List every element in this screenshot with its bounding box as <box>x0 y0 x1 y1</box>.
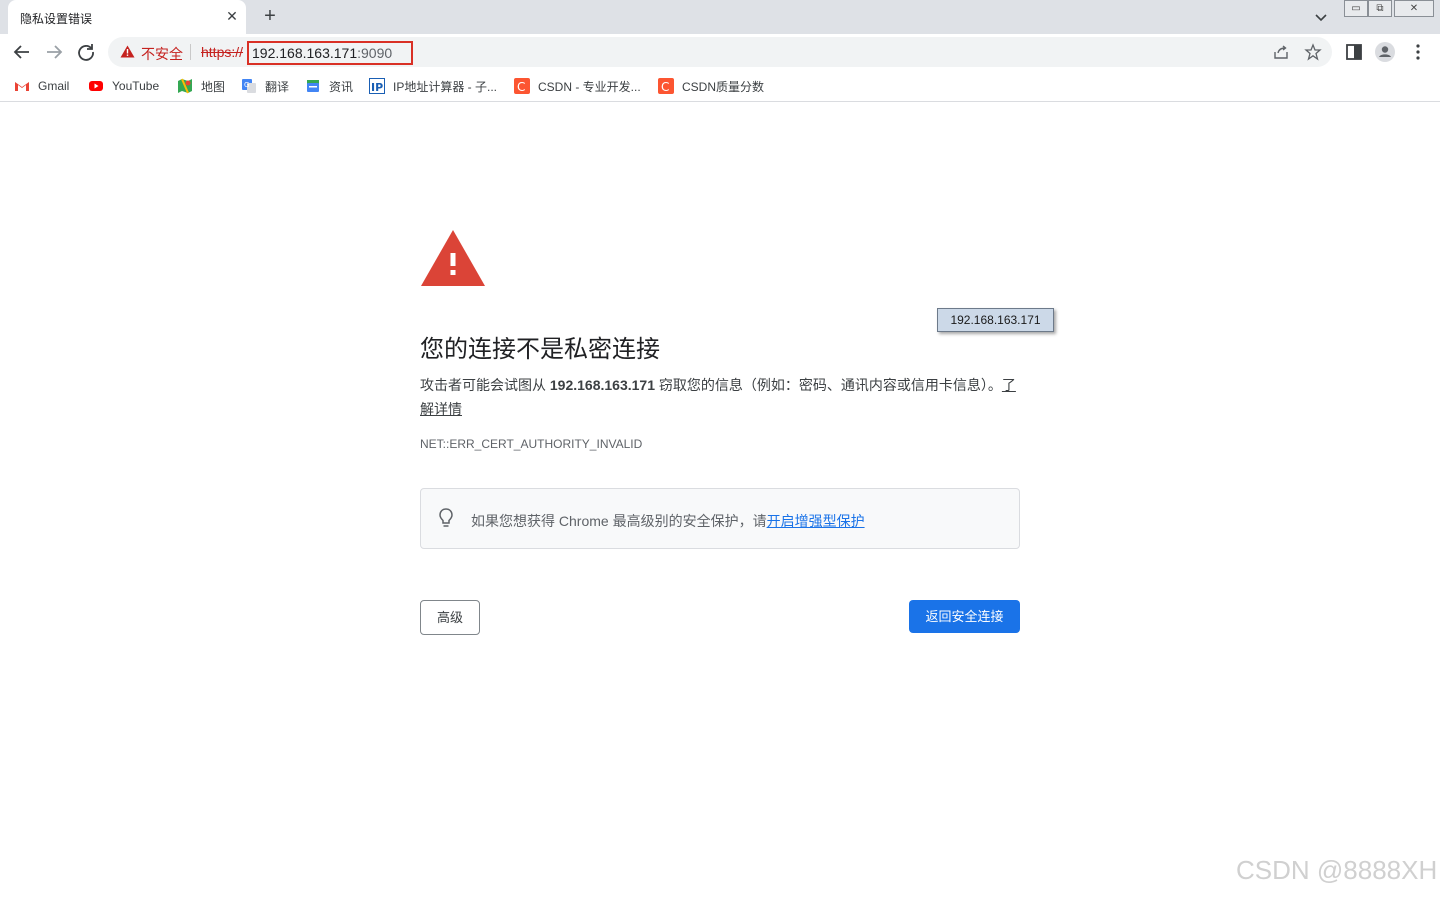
desc-text-tail: 窃取您的信息（例如：密码、通讯内容或信用卡信息）。 <box>655 377 1002 393</box>
url-host-text: 192.168.163.171 <box>252 45 358 61</box>
desc-host: 192.168.163.171 <box>549 377 655 393</box>
warning-icon[interactable] <box>120 45 135 58</box>
forward-button[interactable] <box>40 38 68 66</box>
csdn-icon: C <box>514 78 530 94</box>
restore-button[interactable]: ⧉ <box>1368 0 1392 17</box>
error-code: NET::ERR_CERT_AUTHORITY_INVALID <box>420 437 643 451</box>
menu-dots-icon[interactable] <box>1407 41 1429 63</box>
lightbulb-icon <box>439 508 453 527</box>
reload-button[interactable] <box>72 38 100 66</box>
bookmarks-bar: Gmail YouTube 地图 G 翻译 资讯 IP IP地址计算器 - 子.… <box>0 70 1440 102</box>
profile-avatar-icon[interactable] <box>1374 41 1396 63</box>
promo-text: 如果您想获得 Chrome 最高级别的安全保护，请开启增强型保护 <box>471 511 865 531</box>
bookmark-label: CSDN - 专业开发... <box>538 79 641 94</box>
security-label[interactable]: 不安全 <box>141 44 183 64</box>
url-port: :9090 <box>357 45 393 61</box>
translate-icon: G <box>242 79 256 93</box>
bookmark-label: 地图 <box>201 79 226 94</box>
minimize-button[interactable]: ▭ <box>1344 0 1368 17</box>
svg-text:IP: IP <box>371 81 383 94</box>
bookmark-label: 翻译 <box>265 79 290 94</box>
warning-triangle-icon <box>421 230 485 286</box>
bookmark-translate[interactable]: G 翻译 <box>241 76 289 96</box>
back-button[interactable] <box>8 38 36 66</box>
page-description: 攻击者可能会试图从 192.168.163.171 窃取您的信息（例如：密码、通… <box>420 373 1020 421</box>
bookmark-label: YouTube <box>112 79 160 93</box>
chevron-down-icon[interactable] <box>1310 6 1332 28</box>
bookmark-label: 资讯 <box>329 79 354 94</box>
new-tab-button[interactable]: + <box>258 5 282 29</box>
desc-text: 攻击者可能会试图从 <box>420 377 550 393</box>
bookmark-gmail[interactable]: Gmail <box>14 76 69 96</box>
watermark: CSDN @8888XH <box>1236 855 1438 885</box>
star-icon[interactable] <box>1304 43 1322 61</box>
tab-close-icon[interactable]: ✕ <box>223 7 241 25</box>
svg-text:G: G <box>244 81 249 89</box>
interstitial-page: 您的连接不是私密连接 攻击者可能会试图从 192.168.163.171 窃取您… <box>0 103 1440 898</box>
host-tooltip: 192.168.163.171 <box>937 308 1054 332</box>
ip-icon: IP <box>369 78 385 94</box>
bookmark-youtube[interactable]: YouTube <box>88 76 159 96</box>
svg-text:C: C <box>517 80 525 94</box>
csdn-icon: C <box>658 78 674 94</box>
url-host-highlight: 192.168.163.171:9090 <box>247 41 413 65</box>
tab-title: 隐私设置错误 <box>20 12 93 26</box>
tab-active[interactable]: 隐私设置错误 ✕ <box>8 0 246 34</box>
bookmark-label: CSDN质量分数 <box>682 79 765 94</box>
divider <box>190 44 191 60</box>
gmail-icon <box>15 82 29 91</box>
share-icon[interactable] <box>1272 43 1290 61</box>
url-scheme: https:// <box>201 44 244 60</box>
bookmark-ip-calculator[interactable]: IP IP地址计算器 - 子... <box>369 76 497 96</box>
back-to-safety-button[interactable]: 返回安全连接 <box>909 600 1020 633</box>
svg-text:C: C <box>661 80 669 94</box>
reload-icon <box>78 44 94 61</box>
bookmark-label: Gmail <box>38 79 70 93</box>
news-icon <box>307 80 319 92</box>
maps-icon <box>178 78 192 94</box>
enhanced-protection-promo: 如果您想获得 Chrome 最高级别的安全保护，请开启增强型保护 <box>420 488 1020 549</box>
bookmark-csdn[interactable]: C CSDN - 专业开发... <box>514 76 641 96</box>
bookmark-news[interactable]: 资讯 <box>305 76 353 96</box>
youtube-icon <box>89 81 103 91</box>
bookmark-label: IP地址计算器 - 子... <box>393 79 498 94</box>
toolbar: 不安全 https:// 192.168.163.171:9090 <box>0 34 1440 70</box>
tab-strip: 隐私设置错误 ✕ + ▭ ⧉ ✕ <box>0 0 1440 34</box>
arrow-right-icon <box>47 45 63 59</box>
advanced-button[interactable]: 高级 <box>420 600 480 635</box>
url-host: 192.168.163.171:9090 <box>252 45 392 61</box>
promo-text-body: 如果您想获得 Chrome 最高级别的安全保护，请 <box>471 513 767 529</box>
enhanced-protection-link[interactable]: 开启增强型保护 <box>767 513 865 529</box>
page-title: 您的连接不是私密连接 <box>420 336 660 363</box>
bookmark-maps[interactable]: 地图 <box>177 76 225 96</box>
side-panel-icon[interactable] <box>1343 41 1365 63</box>
address-bar[interactable]: 不安全 https:// 192.168.163.171:9090 <box>108 37 1332 67</box>
arrow-left-icon <box>13 45 29 59</box>
bookmark-csdn-score[interactable]: C CSDN质量分数 <box>658 76 764 96</box>
close-window-button[interactable]: ✕ <box>1394 0 1434 17</box>
